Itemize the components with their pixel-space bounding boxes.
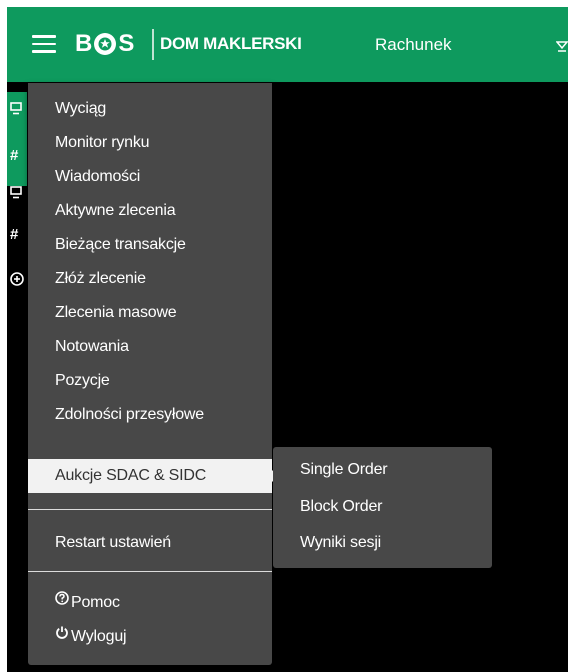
menu-item-aukcje-sdac-sidc[interactable]: Aukcje SDAC & SIDC <box>28 459 278 493</box>
power-icon <box>55 618 69 652</box>
menu-item-label: Wyloguj <box>71 628 127 645</box>
logo-letter-s: S <box>118 30 135 57</box>
menu-item-wyciag[interactable]: Wyciąg <box>28 92 272 126</box>
menu-item-zloz-zlecenie[interactable]: Złóż zlecenie <box>28 262 272 296</box>
brand-name: DOM MAKLERSKI <box>160 34 302 53</box>
help-circle-icon <box>55 584 69 618</box>
menu-item-pozycje[interactable]: Pozycje <box>28 364 272 398</box>
bos-logo[interactable]: B S <box>75 29 134 59</box>
desktop-icon[interactable] <box>7 101 27 121</box>
hamburger-menu-icon[interactable] <box>32 35 56 53</box>
logo-letter-b: B <box>75 30 93 57</box>
main-menu: Wyciąg Monitor rynku Wiadomości Aktywne … <box>28 83 278 665</box>
plus-circle-icon[interactable] <box>7 272 27 292</box>
menu-item-label: Aukcje SDAC & SIDC <box>55 467 207 484</box>
menu-item-aktywne-zlecenia[interactable]: Aktywne zlecenia <box>28 194 272 228</box>
menu-item-zlecenia-masowe[interactable]: Zlecenia masowe <box>28 296 272 330</box>
menu-item-monitor-rynku[interactable]: Monitor rynku <box>28 126 272 160</box>
logo-divider <box>152 29 154 60</box>
menu-item-pomoc[interactable]: Pomoc <box>28 586 272 620</box>
submenu-item-wyniki-sesji[interactable]: Wyniki sesji <box>273 526 492 560</box>
account-menu-label[interactable]: Rachunek <box>375 34 452 56</box>
menu-item-wiadomosci[interactable]: Wiadomości <box>28 160 272 194</box>
menu-item-notowania[interactable]: Notowania <box>28 330 272 364</box>
aukcje-submenu: Single Order Block Order Wyniki sesji <box>273 447 492 568</box>
menu-item-wyloguj[interactable]: Wyloguj <box>28 620 272 654</box>
menu-divider <box>28 509 272 510</box>
logo-emblem-icon <box>94 33 117 55</box>
hash-icon[interactable]: # <box>7 146 27 166</box>
desktop-icon[interactable] <box>7 185 27 205</box>
menu-item-biezace-transakcje[interactable]: Bieżące transakcje <box>28 228 272 262</box>
menu-divider <box>28 571 272 572</box>
submenu-item-single-order[interactable]: Single Order <box>273 453 492 487</box>
menu-item-label: Pomoc <box>71 594 120 611</box>
menu-item-zdolnosci-przesylowe[interactable]: Zdolności przesyłowe <box>28 398 272 432</box>
app-window: B S DOM MAKLERSKI Rachunek # # Wyciąg Mo… <box>7 7 568 672</box>
menu-item-restart-ustawien[interactable]: Restart ustawień <box>28 526 272 560</box>
hash-icon[interactable]: # <box>7 225 27 245</box>
top-bar: B S DOM MAKLERSKI Rachunek <box>7 7 568 82</box>
filter-dropdown-icon[interactable] <box>555 40 568 58</box>
submenu-item-block-order[interactable]: Block Order <box>273 490 492 524</box>
